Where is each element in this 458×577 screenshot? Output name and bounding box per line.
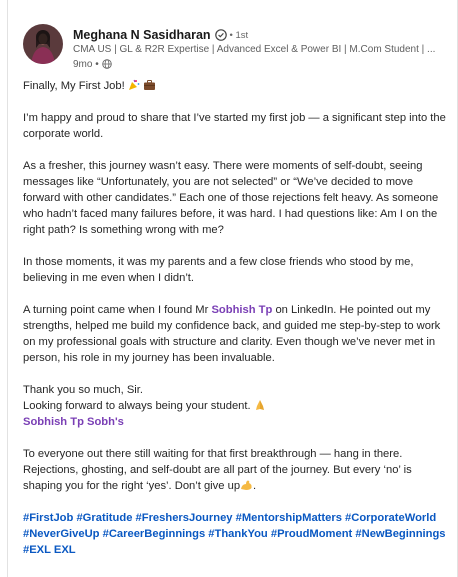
mention-sobhish[interactable]: Sobhish Tp [211,304,272,316]
p7-text: Looking forward to always being your stu… [23,400,254,412]
p5-before: A turning point came when I found Mr [23,304,212,316]
author-name[interactable]: Meghana N Sasidharan [73,28,211,42]
post-time: 9mo • [73,58,99,70]
connection-degree: • 1st [229,29,249,41]
p8-text: To everyone out there still waiting for … [23,448,412,492]
avatar-image [23,24,63,64]
avatar[interactable] [23,24,63,64]
folded-hands-icon [255,400,264,410]
author-headline: CMA US | GL & R2R Expertise | Advanced E… [73,44,436,55]
post-line-1: Finally, My First Job! [23,78,453,94]
hashtags-line-1[interactable]: #FirstJob #Gratitude #FreshersJourney #M… [23,510,453,526]
post-body: Finally, My First Job! I’m happy and pro… [23,78,453,558]
post-line-1-text: Finally, My First Job! [23,80,128,92]
party-popper-icon [128,79,140,90]
post-card: Meghana N Sasidharan • 1st CMA US | GL &… [7,0,458,577]
post-paragraph-2: I’m happy and proud to share that I’ve s… [23,112,446,140]
post-paragraph-5: A turning point came when I found Mr Sob… [23,302,453,366]
flexed-biceps-icon [241,480,252,490]
verified-badge-icon [214,29,227,41]
hashtags-line-2[interactable]: #NeverGiveUp #CareerBeginnings #ThankYou… [23,526,453,542]
briefcase-icon [143,80,155,90]
post-meta: 9mo • [73,57,112,71]
hashtags-line-3[interactable]: #EXL EXL [23,542,453,558]
post-paragraph-3: As a fresher, this journey wasn’t easy. … [23,160,439,236]
post-header: Meghana N Sasidharan • 1st CMA US | GL &… [23,24,443,72]
post-paragraph-4: In those moments, it was my parents and … [23,256,414,284]
author-name-row: Meghana N Sasidharan • 1st [73,27,248,43]
post-paragraph-6: Thank you so much, Sir. [23,384,144,396]
post-paragraph-7: Looking forward to always being your stu… [23,398,453,414]
hashtag-block: #FirstJob #Gratitude #FreshersJourney #M… [23,510,453,558]
globe-icon [101,59,112,69]
mention-line[interactable]: Sobhish Tp Sobh's [23,414,453,430]
p8-end: . [253,480,257,492]
post-paragraph-8: To everyone out there still waiting for … [23,446,453,494]
